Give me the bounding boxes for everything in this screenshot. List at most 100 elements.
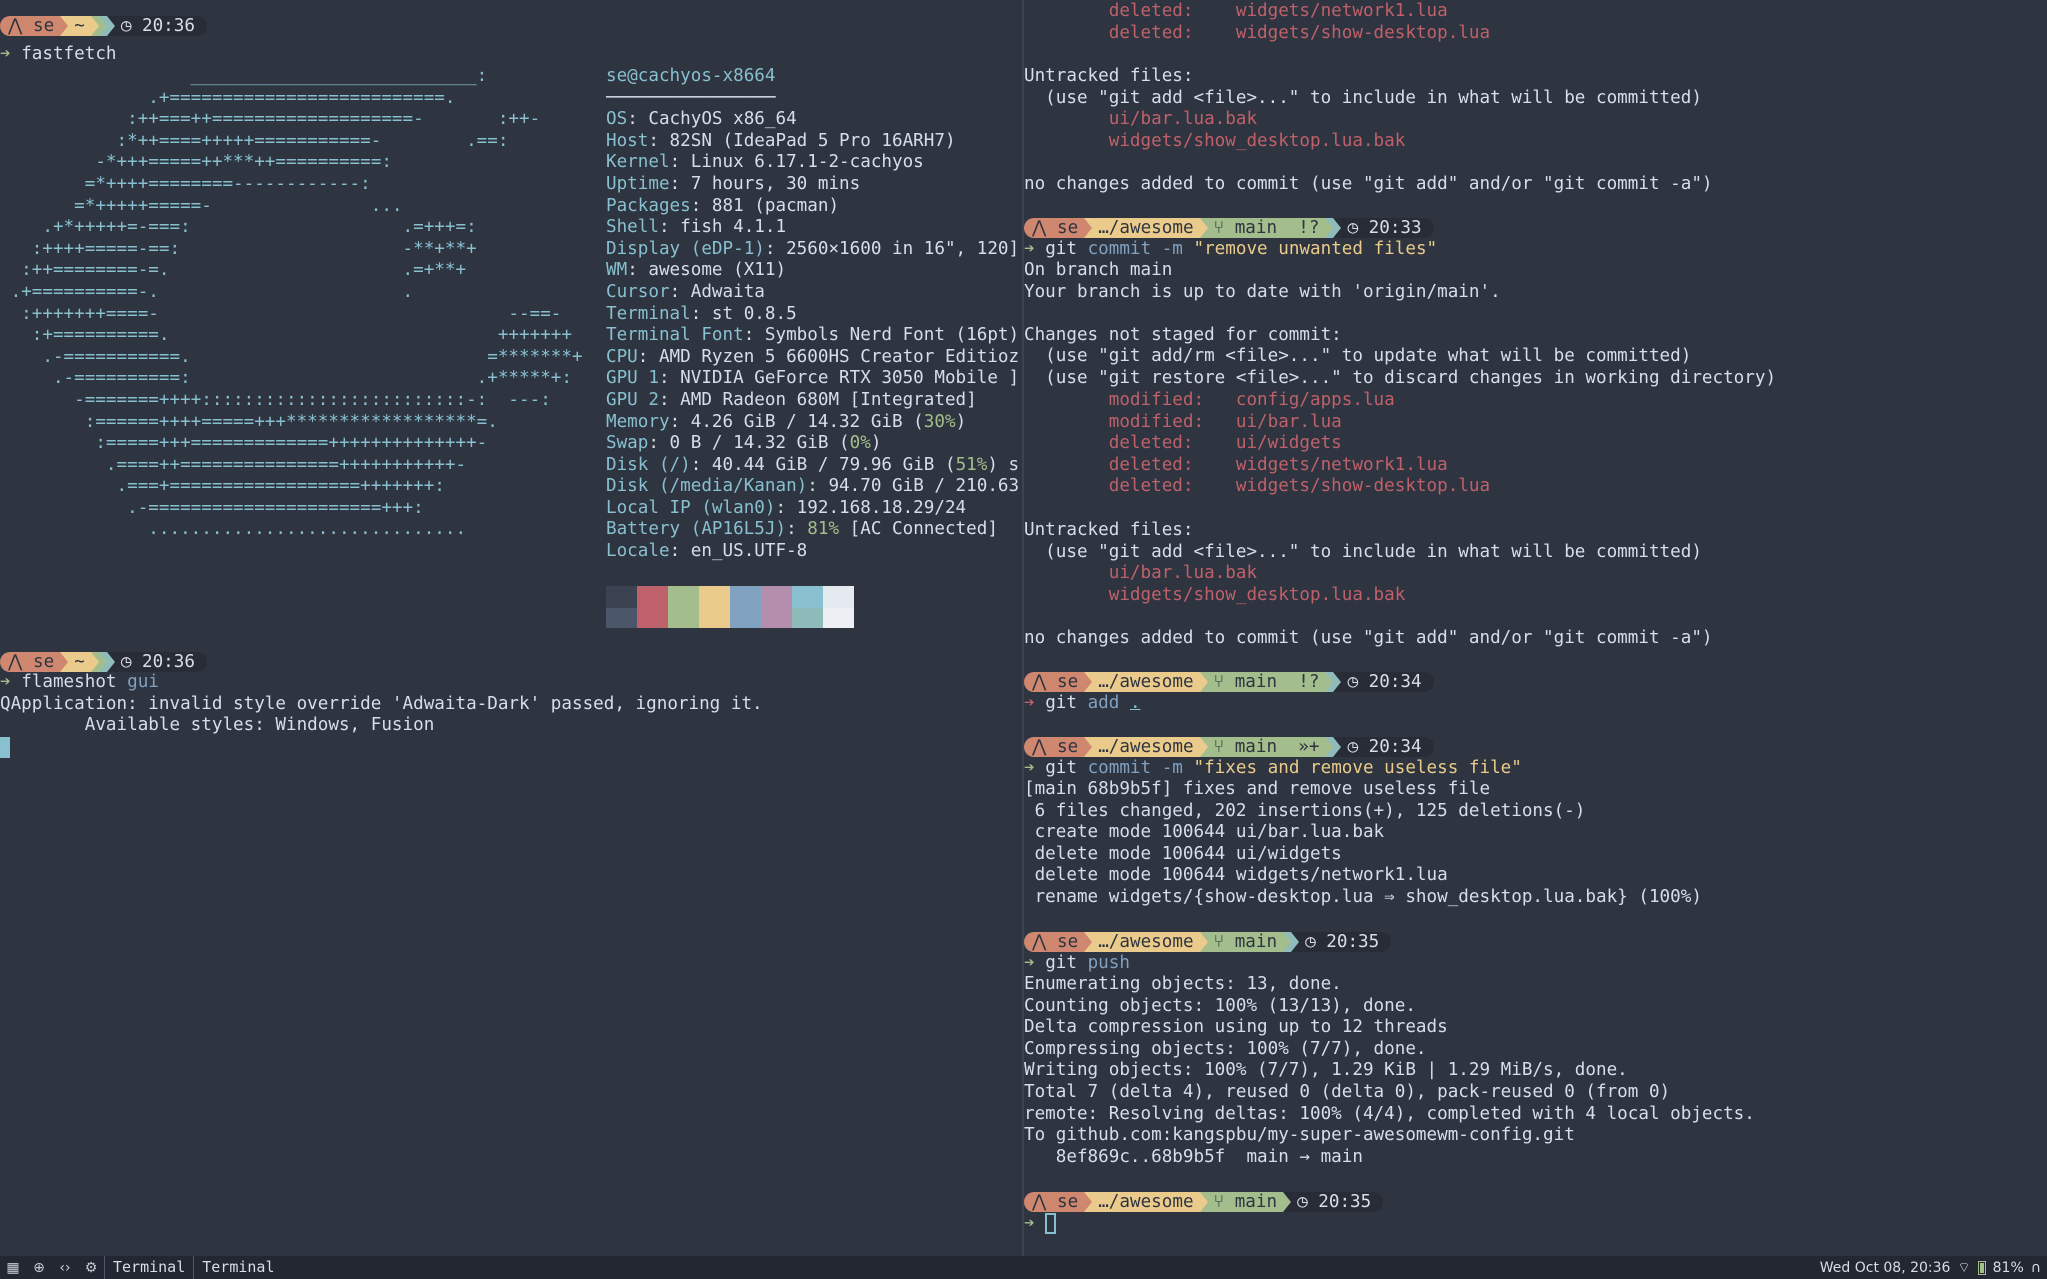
- info-value: : Adwaita: [669, 281, 765, 302]
- logo-line: :++========-=. .=+**+: [0, 260, 467, 281]
- fastfetch-info: se@cachyos-x8664 ──────────────── OS: Ca…: [606, 66, 1019, 563]
- prompt-dir-segment: ~: [68, 15, 91, 36]
- shell-prompt: ⋀ se ~ ◷ 20:36: [0, 651, 207, 673]
- shell-prompt: ⋀ se …/awesome ⑂ main ◷ 20:35: [1024, 931, 1392, 953]
- system-tray: Wed Oct 08, 20:36 ⌔ 81% ∩: [1820, 1259, 2047, 1277]
- info-key: Display (eDP-1): [606, 238, 765, 259]
- info-value: : 0 B / 14.32 GiB (: [648, 433, 850, 454]
- color-swatch: [606, 608, 637, 628]
- info-key: Swap: [606, 433, 649, 454]
- info-row: Local IP (wlan0): 192.168.18.29/24: [606, 498, 1019, 520]
- apps-grid-icon[interactable]: ▦: [0, 1256, 26, 1279]
- powerline-separator: [106, 15, 115, 36]
- powerline-separator: [1199, 1191, 1208, 1212]
- arch-icon: ⋀: [1032, 217, 1047, 238]
- prompt-time-segment: ◷ 20:33: [1341, 217, 1434, 238]
- git-status-line: deleted: widgets/show-desktop.lua: [1024, 23, 1491, 43]
- clock-icon: ◷: [120, 651, 132, 672]
- info-key: Memory: [606, 411, 670, 432]
- terminal-cursor: [1045, 1213, 1057, 1234]
- clock-icon: ◷: [1347, 217, 1359, 238]
- prompt-arrow-icon: ➔: [1024, 758, 1035, 778]
- output-line: create mode 100644 ui/bar.lua.bak: [1024, 822, 1385, 842]
- taskbar-task-terminal[interactable]: Terminal: [193, 1256, 282, 1279]
- logo-line: .-===========. =*******+: [0, 346, 583, 367]
- info-key: GPU 2: [606, 389, 659, 410]
- info-key: OS: [606, 109, 628, 130]
- info-row: Disk (/): 40.44 GiB / 79.96 GiB (51%) s: [606, 455, 1019, 477]
- output-line: QApplication: invalid style override 'Ad…: [0, 694, 763, 714]
- code-icon[interactable]: ‹›: [52, 1256, 78, 1279]
- wifi-icon[interactable]: ⌔: [1957, 1259, 1970, 1277]
- untracked-file: ui/bar.lua.bak: [1024, 563, 1258, 583]
- output-line: 6 files changed, 202 insertions(+), 125 …: [1024, 801, 1586, 821]
- terminal-right[interactable]: deleted: widgets/network1.lua deleted: w…: [1024, 0, 2047, 1256]
- command-line[interactable]: ➔: [1024, 1213, 1057, 1235]
- prompt-git-segment: ⑂ main: [1207, 931, 1284, 952]
- color-swatch: [637, 586, 668, 608]
- logo-line: :+++++++====- --==-: [0, 303, 562, 324]
- prompt-dir-segment: …/awesome: [1092, 217, 1200, 238]
- info-row: Disk (/media/Kanan): 94.70 GiB / 210.63: [606, 476, 1019, 498]
- powerline-separator: [1084, 217, 1093, 238]
- prompt-git-segment: ⑂ main !?: [1207, 671, 1326, 692]
- output-line: 8ef869c..68b9b5f main → main: [1024, 1147, 1363, 1167]
- color-swatch: [823, 586, 854, 608]
- info-suffix: [AC Connected]: [839, 519, 998, 540]
- terminal-left[interactable]: ⋀ se ~ ◷ 20:36 ➔ fastfetch _____________…: [0, 0, 1022, 1256]
- output-line: (use "git add <file>..." to include in w…: [1024, 88, 1702, 108]
- powerline-separator: [1283, 1191, 1292, 1212]
- prompt-user-segment: ⋀ se: [1024, 1191, 1085, 1212]
- powerline-separator: [106, 651, 115, 672]
- info-title: se@cachyos-x8664: [606, 66, 776, 86]
- prompt-dir-segment: ~: [68, 651, 91, 672]
- logo-line: .====++===============+++++++++++-: [0, 454, 467, 475]
- color-swatch: [761, 608, 792, 628]
- output-line: Changes not staged for commit:: [1024, 325, 1342, 345]
- arch-icon: ⋀: [8, 651, 23, 672]
- powerline-separator: [60, 15, 69, 36]
- info-row: Terminal: st 0.8.5: [606, 304, 1019, 326]
- command-line: ➔ git add .: [1024, 693, 1141, 713]
- info-row: Display (eDP-1): 2560×1600 in 16", 120]: [606, 239, 1019, 261]
- powerline-separator: [1084, 1191, 1093, 1212]
- headphones-icon[interactable]: ∩: [2031, 1260, 2041, 1276]
- globe-icon[interactable]: ⊕: [26, 1256, 52, 1279]
- logo-line: -*+++=====++***++==========:: [0, 152, 392, 173]
- info-value: : 4.26 GiB / 14.32 GiB (: [669, 411, 924, 432]
- info-value: : Linux 6.17.1-2-cachyos: [669, 152, 924, 173]
- arch-icon: ⋀: [8, 15, 23, 36]
- info-key: Terminal: [606, 303, 691, 324]
- output-line: Enumerating objects: 13, done.: [1024, 974, 1342, 994]
- settings-icon[interactable]: ⚙: [78, 1256, 104, 1279]
- powerline-separator: [98, 15, 107, 36]
- shell-prompt: ⋀ se …/awesome ⑂ main !? ◷ 20:34: [1024, 671, 1434, 693]
- info-row: Battery (AP16L5J): 81% [AC Connected]: [606, 519, 1019, 541]
- logo-line: ..............................: [0, 519, 467, 540]
- info-percent: 81%: [807, 519, 840, 540]
- info-percent: 30%: [923, 411, 956, 432]
- command-line: ➔ git push: [1024, 953, 1130, 973]
- powerline-separator: [1291, 931, 1300, 952]
- command-line: ➔ fastfetch: [0, 44, 117, 64]
- info-row: Packages: 881 (pacman): [606, 196, 1019, 218]
- prompt-time-segment: ◷ 20:34: [1341, 736, 1434, 757]
- git-status-line: modified: ui/bar.lua: [1024, 412, 1342, 432]
- clock[interactable]: Wed Oct 08, 20:36: [1820, 1260, 1951, 1276]
- powerline-separator: [1325, 671, 1334, 692]
- powerline-separator: [90, 651, 99, 672]
- output-line: (use "git add/rm <file>..." to update wh…: [1024, 346, 1692, 366]
- powerline-separator: [1084, 671, 1093, 692]
- info-key: CPU: [606, 346, 638, 367]
- taskbar-task-terminal[interactable]: Terminal: [104, 1256, 193, 1279]
- color-swatch: [637, 608, 668, 628]
- battery-icon[interactable]: [1977, 1260, 1986, 1275]
- info-value: : fish 4.1.1: [658, 217, 787, 238]
- info-key: Cursor: [606, 281, 670, 302]
- branch-icon: ⑂: [1213, 217, 1225, 238]
- prompt-time-segment: ◷ 20:36: [114, 15, 207, 36]
- powerline-separator: [1199, 671, 1208, 692]
- battery-percent: 81%: [1992, 1259, 2024, 1276]
- git-status-line: deleted: ui/widgets: [1024, 433, 1342, 453]
- info-value: : 192.168.18.29/24: [775, 497, 967, 518]
